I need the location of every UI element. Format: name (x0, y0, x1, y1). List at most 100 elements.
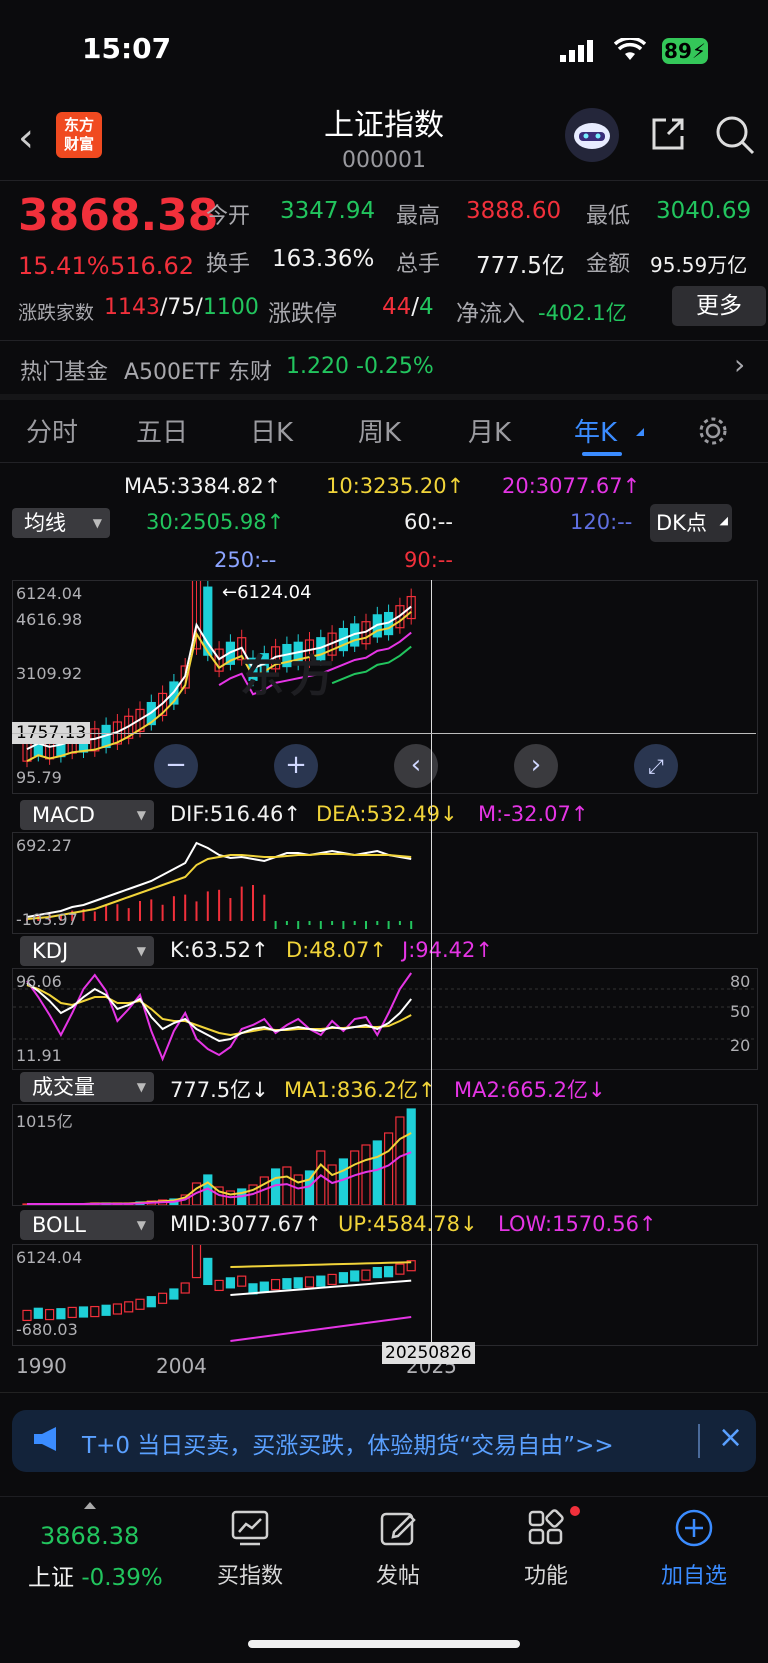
banner-close-icon[interactable]: × (718, 1420, 743, 1455)
nav-index-price[interactable]: 3868.38 (40, 1522, 139, 1550)
watermark: 东方 (240, 651, 340, 702)
boll-candle (90, 1305, 100, 1318)
volume-bar (384, 1132, 394, 1206)
hot-fund-row[interactable]: 热门基金 A500ETF 东财 1.220 -0.25% › (0, 342, 768, 392)
low-label: 最低 (586, 204, 631, 229)
ma20-value: 20:3077.67↑ (502, 474, 641, 498)
fullscreen-button[interactable]: ⤢ (634, 744, 678, 788)
ma-selector[interactable]: 均线 ▼ (12, 508, 110, 538)
limit-label: 涨跌停 (268, 301, 337, 327)
settings-gear-icon[interactable] (696, 414, 730, 452)
high-label: 最高 (396, 204, 441, 229)
vol-ma2-line (27, 1151, 412, 1205)
kline-y-top: 6124.04 (16, 584, 83, 603)
boll-candle (395, 1263, 405, 1275)
nav-functions[interactable]: 功能 (486, 1508, 606, 1590)
boll-up: UP:4584.78↓ (338, 1212, 478, 1236)
boll-candle (361, 1269, 371, 1281)
volume-selector[interactable]: 成交量 ▼ (20, 1072, 154, 1102)
caret-down-icon: ▼ (136, 1080, 146, 1094)
ma-selector-label: 均线 (24, 511, 66, 535)
dk-point-label: DK点 (656, 511, 707, 535)
nav-add-watchlist[interactable]: 加自选 (634, 1508, 754, 1590)
boll-candle (22, 1309, 32, 1322)
signal-icon (560, 40, 594, 66)
amount-label: 金额 (586, 252, 631, 277)
breadth-label: 涨跌家数 (18, 302, 95, 324)
kdj-level-20: 20 (730, 1036, 751, 1055)
kdj-level-80: 80 (730, 972, 751, 991)
kdj-chart-area (12, 968, 758, 1070)
expand-up-icon[interactable] (84, 1502, 96, 1509)
scroll-right-button[interactable]: › (514, 744, 558, 788)
grid-apps-icon (528, 1509, 564, 1545)
j-line (26, 972, 413, 1062)
more-button[interactable]: 更多 (672, 286, 766, 326)
volume-bar (361, 1144, 371, 1206)
nav-buy-index[interactable]: 买指数 (190, 1508, 310, 1590)
x-axis-left: 1990 (16, 1354, 67, 1378)
minus-icon: − (165, 750, 187, 780)
promo-banner[interactable]: T+0 当日买卖，买涨买跌，体验期货“交易自由”>> × (12, 1410, 756, 1472)
boll-candle (124, 1301, 134, 1313)
limit-separator: / (411, 294, 420, 320)
kdj-y-top: 96.06 (16, 972, 62, 991)
limit-down-count: 4 (419, 294, 434, 320)
boll-chart-area (12, 1236, 758, 1346)
boll-selector[interactable]: BOLL ▼ (20, 1210, 154, 1240)
hot-fund-price: 1.220 (286, 354, 349, 379)
share-icon[interactable] (648, 114, 688, 158)
banner-text: T+0 当日买卖，买涨买跌，体验期货“交易自由”>> (82, 1433, 614, 1459)
boll-low: LOW:1570.56↑ (498, 1212, 657, 1236)
volume-selector-label: 成交量 (32, 1075, 95, 1099)
nav-functions-label: 功能 (523, 1564, 568, 1589)
dk-point-button[interactable]: DK点 ◢ (650, 504, 732, 542)
kdj-j: J:94.42↑ (402, 938, 493, 962)
nav-index-info[interactable]: 上证 -0.39% (28, 1558, 163, 1592)
boll-selector-label: BOLL (32, 1213, 86, 1237)
chevron-left-icon: ‹ (410, 750, 422, 780)
nav-post[interactable]: 发帖 (338, 1508, 458, 1590)
tab-daily-k[interactable]: 日K (250, 412, 293, 449)
up-count: 1143 (104, 295, 160, 320)
tab-monthly-k[interactable]: 月K (468, 412, 511, 449)
volume-label: 总手 (396, 252, 441, 277)
high-value: 3888.60 (466, 198, 562, 224)
kdj-selector-label: KDJ (32, 939, 69, 963)
boll-chart (22, 1236, 416, 1342)
open-label: 今开 (206, 204, 251, 229)
robot-assistant-icon[interactable] (565, 108, 619, 162)
boll-candle (350, 1270, 360, 1282)
boll-low-line (230, 1316, 412, 1342)
cursor-date-label: 20250826 (382, 1342, 475, 1364)
search-icon[interactable] (714, 114, 756, 160)
boll-candle (135, 1298, 145, 1310)
boll-candle (372, 1266, 382, 1279)
tab-weekly-k[interactable]: 周K (358, 412, 401, 449)
trend-chart-icon (231, 1510, 269, 1546)
chevron-right-icon: › (530, 750, 542, 780)
battery-icon: 89⚡ (662, 38, 708, 64)
boll-candle (44, 1308, 55, 1321)
volume-ma2: MA2:665.2亿↓ (454, 1078, 606, 1102)
macd-selector[interactable]: MACD ▼ (20, 800, 154, 830)
boll-candle (214, 1279, 224, 1292)
tab-five-day[interactable]: 五日 (136, 412, 188, 449)
zoom-out-button[interactable]: − (154, 744, 198, 788)
tab-intraday[interactable]: 分时 (26, 412, 78, 449)
boll-candle (203, 1257, 213, 1286)
boll-candle (327, 1273, 337, 1286)
ma30-value: 30:2505.98↑ (146, 510, 285, 534)
boll-candle (338, 1272, 348, 1284)
limit-values: 44/4 (382, 294, 434, 320)
zoom-in-button[interactable]: + (274, 744, 318, 788)
volume-bar (338, 1158, 348, 1206)
boll-candle (316, 1275, 326, 1287)
x-axis-mid: 2004 (156, 1354, 207, 1378)
caret-down-icon: ▼ (136, 944, 146, 958)
tab-yearly-k[interactable]: 年K (574, 412, 617, 449)
dk-corner-icon: ◢ (719, 514, 728, 527)
change-value: 516.62 (110, 252, 194, 280)
flat-count: /75/ (160, 295, 203, 320)
kdj-selector[interactable]: KDJ ▼ (20, 936, 154, 966)
